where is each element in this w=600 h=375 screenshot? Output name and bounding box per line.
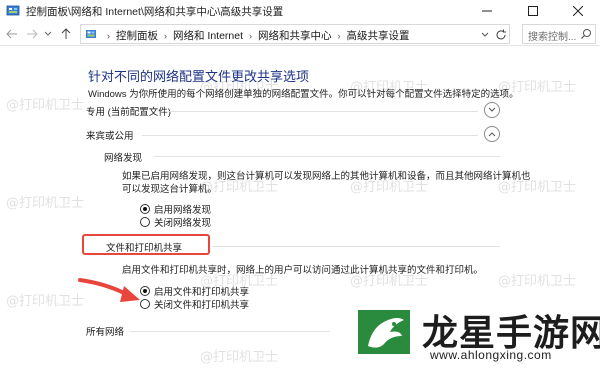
address-bar-row: › 控制面板 › 网络和 Internet › 网络和共享中心 › 高级共享设置… <box>0 22 600 46</box>
section-all-networks-label: 所有网络 <box>86 327 125 338</box>
chevron-right-icon: › <box>164 30 167 41</box>
forward-button[interactable] <box>24 26 40 42</box>
close-button[interactable] <box>556 0 600 22</box>
chevron-right-icon: › <box>249 30 253 41</box>
section-private-label: 专用 (当前配置文件) <box>86 107 171 118</box>
network-discovery-text-2: 可以发现这台计算机。 <box>122 184 218 195</box>
page-title: 针对不同的网络配置文件更改共享选项 <box>88 69 310 84</box>
site-logo: 龙星手游网 www.ahlongxing.com <box>318 288 600 375</box>
watermark: @打印机卫士 <box>200 350 279 365</box>
back-button[interactable] <box>4 26 20 42</box>
divider <box>212 246 500 247</box>
chevron-down-icon <box>488 107 496 112</box>
chevron-up-icon <box>488 132 496 137</box>
red-arrow-annotation <box>78 278 140 302</box>
breadcrumb: › 控制面板 › 网络和 Internet › 网络和共享中心 › 高级共享设置 <box>101 28 410 43</box>
breadcrumb-network-sharing-center[interactable]: 网络和共享中心 <box>258 28 332 43</box>
breadcrumb-control-panel[interactable]: 控制面板 <box>116 28 158 43</box>
file-printer-sharing-text: 启用文件和打印机共享时，网络上的用户可以访问通过此计算机共享的文件和打印机。 <box>122 265 484 276</box>
address-dropdown-button[interactable] <box>477 27 493 43</box>
window-title: 控制面板\网络和 Internet\网络和共享中心\高级共享设置 <box>26 6 284 18</box>
close-icon <box>573 6 583 16</box>
network-discovery-text-1: 如果已启用网络发现，则这台计算机可以发现网络上的其他计算机和设备，而且其他网络计… <box>122 171 531 182</box>
search-placeholder: 搜索控制... <box>528 32 577 43</box>
network-discovery-title: 网络发现 <box>104 153 143 164</box>
section-guest-label: 来宾或公用 <box>86 131 134 142</box>
radio-enable-network-discovery[interactable]: 启用网络发现 <box>140 202 211 216</box>
highlight-annotation-box <box>82 234 210 255</box>
address-box[interactable]: › 控制面板 › 网络和 Internet › 网络和共享中心 › 高级共享设置 <box>80 24 510 44</box>
minimize-icon <box>482 10 492 12</box>
up-button[interactable] <box>58 26 74 42</box>
control-panel-icon <box>6 5 20 16</box>
radio-button[interactable] <box>140 217 150 227</box>
title-bar: 控制面板\网络和 Internet\网络和共享中心\高级共享设置 <box>0 0 600 22</box>
chevron-right-icon: › <box>337 30 341 41</box>
refresh-icon <box>496 29 506 40</box>
collapse-guest-button[interactable] <box>484 126 500 142</box>
dragon-logo-icon <box>358 310 410 354</box>
radio-disable-file-printer-sharing[interactable]: 关闭文件和打印机共享 <box>140 297 249 311</box>
maximize-icon <box>528 6 538 16</box>
search-icon <box>581 29 591 39</box>
chevron-down-icon <box>481 32 489 37</box>
radio-label: 启用文件和打印机共享 <box>154 287 250 298</box>
page-description: Windows 为你所使用的每个网络创建单独的网络配置文件。你可以针对每个配置文… <box>88 89 519 100</box>
refresh-button[interactable] <box>493 27 509 43</box>
divider <box>142 135 478 136</box>
breadcrumb-advanced-sharing[interactable]: 高级共享设置 <box>347 28 410 43</box>
radio-label: 关闭网络发现 <box>154 218 212 229</box>
divider <box>168 111 478 112</box>
breadcrumb-network-internet[interactable]: 网络和 Internet <box>173 28 243 43</box>
chevron-down-icon <box>44 31 52 36</box>
chevron-right-icon: › <box>107 30 110 41</box>
watermark: @打印机卫士 <box>498 274 577 289</box>
maximize-button[interactable] <box>510 0 556 22</box>
section-guest-header[interactable]: 来宾或公用 <box>86 126 500 144</box>
arrow-up-icon <box>61 28 71 39</box>
radio-label: 启用网络发现 <box>154 205 212 216</box>
divider <box>130 331 330 332</box>
arrow-right-icon <box>27 29 38 39</box>
expand-private-button[interactable] <box>484 102 500 118</box>
watermark: @打印机卫士 <box>6 294 85 309</box>
recent-locations-button[interactable] <box>43 26 53 42</box>
arrow-left-icon <box>6 29 17 39</box>
minimize-button[interactable] <box>464 0 510 22</box>
radio-button-checked[interactable] <box>140 204 150 214</box>
divider <box>154 156 500 157</box>
section-private-header[interactable]: 专用 (当前配置文件) <box>86 102 500 120</box>
logo-url: www.ahlongxing.com <box>430 348 552 362</box>
radio-disable-network-discovery[interactable]: 关闭网络发现 <box>140 215 211 229</box>
control-panel-icon <box>86 30 96 38</box>
search-input[interactable]: 搜索控制... <box>522 24 596 44</box>
watermark: @打印机卫士 <box>6 196 85 211</box>
watermark: @打印机卫士 <box>6 98 85 113</box>
radio-enable-file-printer-sharing[interactable]: 启用文件和打印机共享 <box>140 284 249 298</box>
radio-label: 关闭文件和打印机共享 <box>154 300 250 311</box>
